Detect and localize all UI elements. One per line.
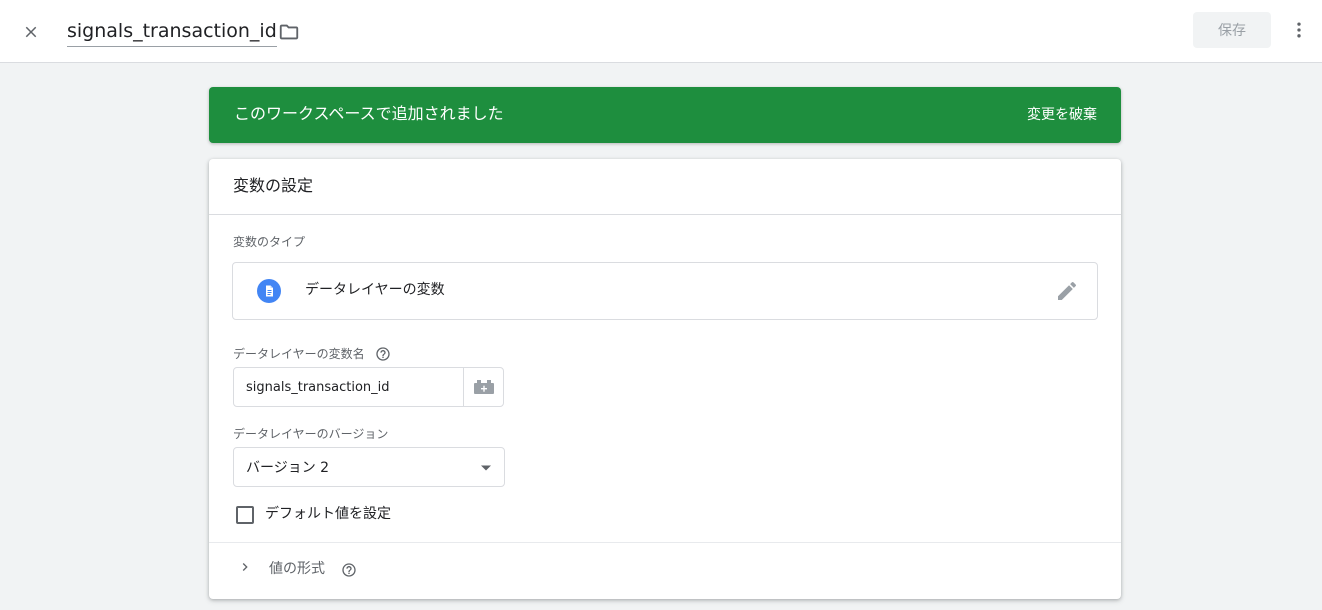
default-value-label[interactable]: デフォルト値を設定 bbox=[265, 504, 391, 524]
variable-name-field bbox=[233, 367, 504, 407]
value-format-expander[interactable]: 値の形式 bbox=[233, 557, 533, 581]
variable-type-selector[interactable]: データレイヤーの変数 bbox=[232, 262, 1098, 320]
discard-changes-button[interactable]: 変更を破棄 bbox=[1027, 105, 1097, 125]
variable-brick-icon bbox=[473, 380, 494, 394]
variable-type-label: 変数のタイプ bbox=[233, 235, 306, 249]
section-divider bbox=[209, 542, 1121, 543]
version-label: データレイヤーのバージョン bbox=[233, 427, 389, 441]
help-icon[interactable] bbox=[375, 346, 391, 362]
variable-type-name: データレイヤーの変数 bbox=[305, 282, 445, 298]
version-value: バージョン 2 bbox=[246, 460, 330, 476]
close-button[interactable] bbox=[16, 17, 46, 47]
save-button[interactable]: 保存 bbox=[1193, 12, 1271, 48]
banner-message: このワークスペースで追加されました bbox=[234, 104, 504, 123]
document-icon bbox=[257, 279, 281, 303]
top-bar: signals_transaction_id 保存 bbox=[0, 0, 1322, 63]
workspace-added-banner: このワークスペースで追加されました 変更を破棄 bbox=[209, 87, 1121, 143]
variable-picker-button[interactable] bbox=[463, 368, 503, 406]
more-options-button[interactable] bbox=[1286, 17, 1312, 43]
folder-button[interactable] bbox=[276, 20, 302, 44]
format-help-icon[interactable] bbox=[341, 562, 357, 578]
version-select[interactable]: バージョン 2 bbox=[233, 447, 505, 487]
folder-icon bbox=[279, 24, 299, 40]
close-icon bbox=[25, 26, 37, 38]
default-value-checkbox[interactable] bbox=[236, 506, 254, 524]
variable-name-input[interactable] bbox=[234, 368, 463, 406]
card-divider bbox=[209, 214, 1121, 215]
edit-icon[interactable] bbox=[1055, 279, 1079, 303]
more-vert-icon bbox=[1297, 22, 1301, 38]
value-format-label: 値の形式 bbox=[269, 561, 325, 577]
variable-title[interactable]: signals_transaction_id bbox=[67, 17, 277, 47]
dropdown-arrow-icon bbox=[481, 465, 491, 471]
variable-name-label: データレイヤーの変数名 bbox=[233, 347, 365, 361]
variable-config-card: 変数の設定 変数のタイプ データレイヤーの変数 データレイヤーの変数名 デ bbox=[209, 159, 1121, 599]
chevron-right-icon bbox=[242, 563, 248, 571]
card-title: 変数の設定 bbox=[233, 176, 314, 195]
